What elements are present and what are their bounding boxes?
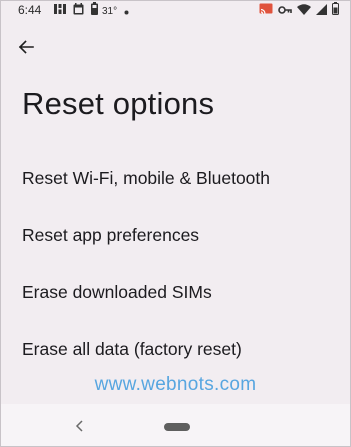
option-erase-sims[interactable]: Erase downloaded SIMs — [0, 264, 351, 321]
option-label: Reset Wi-Fi, mobile & Bluetooth — [22, 168, 271, 188]
battery-saver-icon — [91, 2, 98, 20]
status-bar: 6:44 31° — [0, 0, 351, 24]
battery-icon — [332, 2, 339, 20]
signal-icon — [316, 2, 327, 20]
option-reset-app-preferences[interactable]: Reset app preferences — [0, 207, 351, 264]
option-label: Erase all data (factory reset) — [22, 339, 242, 359]
calendar-icon — [73, 2, 84, 20]
page-title: Reset options — [22, 86, 215, 121]
dot-icon — [124, 2, 129, 20]
status-left-icons: 31° — [54, 2, 129, 20]
vpn-key-icon — [278, 2, 292, 20]
option-reset-network[interactable]: Reset Wi-Fi, mobile & Bluetooth — [0, 150, 351, 207]
option-factory-reset[interactable]: Erase all data (factory reset) — [0, 321, 351, 378]
cast-icon — [259, 2, 273, 20]
option-label: Erase downloaded SIMs — [22, 282, 212, 302]
reset-options-list: Reset Wi-Fi, mobile & Bluetooth Reset ap… — [0, 150, 351, 378]
home-pill-icon[interactable] — [164, 423, 190, 431]
arrow-back-icon — [18, 39, 34, 60]
status-temperature: 31° — [102, 5, 118, 17]
wifi-icon — [297, 2, 311, 20]
status-right-icons — [259, 2, 339, 20]
watermark: www.webnots.com — [94, 374, 257, 395]
google-fit-icon — [54, 2, 66, 20]
navigation-bar — [1, 404, 350, 446]
option-label: Reset app preferences — [22, 225, 200, 245]
back-button[interactable] — [12, 35, 40, 63]
nav-back-icon[interactable] — [73, 419, 87, 433]
status-time: 6:44 — [18, 3, 42, 17]
